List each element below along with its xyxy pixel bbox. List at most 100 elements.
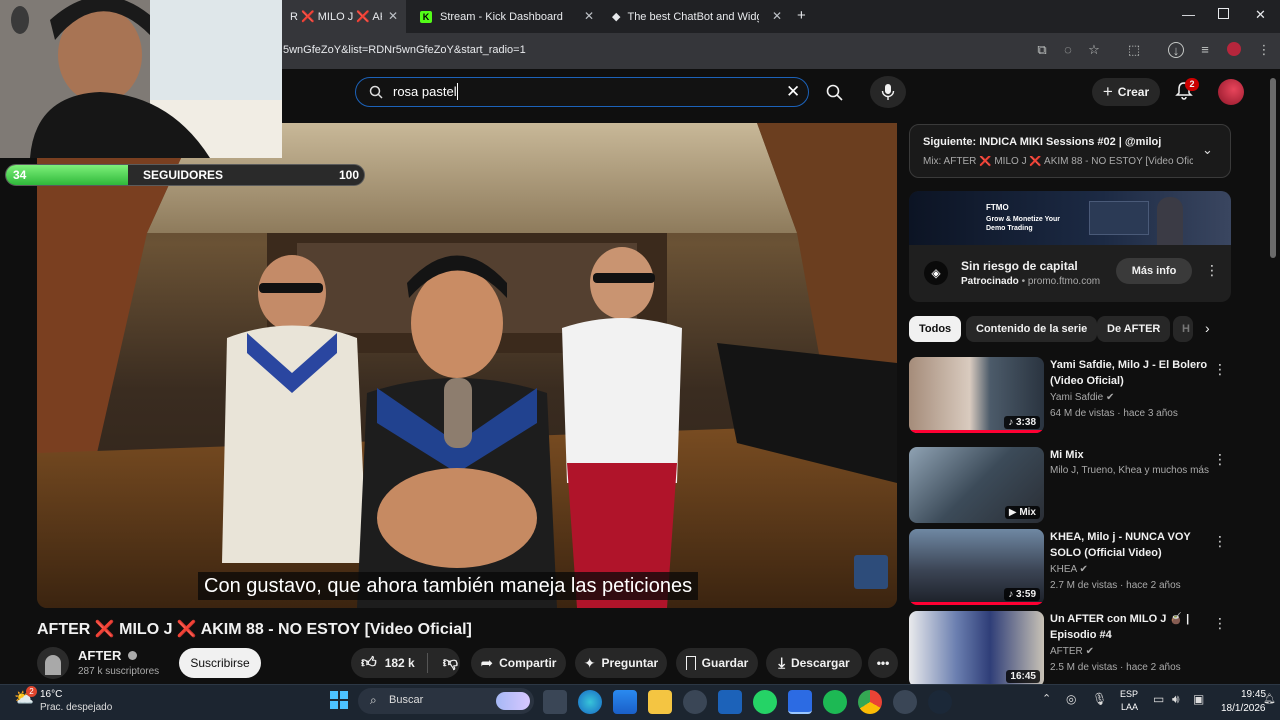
- chip-from-after[interactable]: De AFTER: [1097, 316, 1171, 342]
- tab-active[interactable]: R ❌ MILO J ❌ AKIM ✕: [282, 0, 406, 33]
- video-thumbnail[interactable]: ♪ 3:38: [909, 357, 1044, 433]
- page-scrollbar[interactable]: [1270, 78, 1276, 258]
- cast-icon[interactable]: ⧉: [1034, 42, 1050, 58]
- tab-close-icon[interactable]: ✕: [388, 9, 398, 23]
- app-icon-2[interactable]: [893, 690, 917, 714]
- taskbar-search[interactable]: ⌕ Buscar: [358, 688, 534, 714]
- input-region[interactable]: LAA: [1121, 702, 1138, 712]
- show-hidden-icons-chevron-icon[interactable]: ⌃: [1042, 692, 1051, 705]
- tray-mic-icon[interactable]: 🎙︎: [1092, 692, 1107, 706]
- video-menu-icon[interactable]: ⋮: [1213, 361, 1227, 378]
- weather-condition[interactable]: Prac. despejado: [40, 702, 112, 713]
- video-caption: Con gustavo, que ahora también maneja la…: [198, 572, 699, 600]
- eye-off-icon[interactable]: ◌: [1060, 42, 1076, 58]
- task-view-icon[interactable]: [543, 690, 567, 714]
- search-icon: [826, 84, 843, 101]
- related-video[interactable]: ♪ 3:38 Yami Safdie, Milo J - El Bolero (…: [909, 357, 1239, 437]
- notifications-button[interactable]: 2: [1174, 78, 1199, 106]
- app-active-icon[interactable]: [788, 690, 812, 714]
- network-icon[interactable]: ▭: [1153, 692, 1164, 706]
- chip-series-content[interactable]: Contenido de la serie: [966, 316, 1098, 342]
- video-menu-icon[interactable]: ⋮: [1213, 615, 1227, 632]
- search-button[interactable]: [815, 77, 855, 107]
- new-tab-plus-icon[interactable]: +: [797, 7, 806, 24]
- video-menu-icon[interactable]: ⋮: [1213, 533, 1227, 550]
- minimize-icon[interactable]: —: [1182, 7, 1195, 22]
- obs-icon[interactable]: [683, 690, 707, 714]
- channel-text: KHEA: [1050, 564, 1077, 575]
- input-language[interactable]: ESP: [1120, 689, 1138, 699]
- search-input[interactable]: rosa pastel ✕: [355, 77, 809, 107]
- like-button[interactable]: 👍︎ 182 k: [361, 654, 415, 672]
- ad-banner[interactable]: FTMO Grow & Monetize Your Demo Trading: [909, 191, 1231, 245]
- notification-center-icon[interactable]: 🔔︎: [1263, 694, 1276, 705]
- channel-avatar[interactable]: [37, 647, 69, 679]
- maximize-icon[interactable]: [1218, 8, 1229, 19]
- bookmark-star-icon[interactable]: ☆: [1086, 42, 1102, 58]
- sponsored-ad-card[interactable]: FTMO Grow & Monetize Your Demo Trading ◈…: [909, 191, 1231, 302]
- media-icon[interactable]: ≡: [1197, 42, 1213, 58]
- tab-close-icon[interactable]: ✕: [772, 9, 782, 23]
- clear-search-icon[interactable]: ✕: [786, 82, 800, 102]
- file-explorer-icon[interactable]: [648, 690, 672, 714]
- spotify-icon[interactable]: [823, 690, 847, 714]
- more-info-button[interactable]: Más info: [1116, 258, 1192, 284]
- video-player[interactable]: [37, 123, 897, 608]
- tab-kick-dashboard[interactable]: K Stream - Kick Dashboard ✕: [412, 0, 602, 33]
- channel-text: Yami Safdie: [1050, 392, 1104, 403]
- video-thumbnail[interactable]: ▶ Mix: [909, 447, 1044, 523]
- channel-watermark[interactable]: [854, 555, 888, 589]
- chip-partial[interactable]: H: [1173, 316, 1193, 342]
- ask-button[interactable]: ✦ Preguntar: [575, 648, 667, 678]
- clock-date[interactable]: 18/1/2026: [1221, 703, 1266, 714]
- app-icon[interactable]: [718, 690, 742, 714]
- temperature[interactable]: 16°C: [40, 689, 62, 700]
- share-label: Compartir: [499, 656, 557, 670]
- channel-name-text: AFTER: [78, 648, 122, 663]
- related-video-title: Un AFTER con MILO J 🧉 | Episodio #4: [1050, 613, 1190, 641]
- chevron-down-icon[interactable]: ⌄: [1202, 142, 1213, 158]
- dislike-button[interactable]: 👎︎: [443, 654, 458, 672]
- steam-icon[interactable]: [928, 690, 952, 714]
- profile-avatar-icon[interactable]: [1226, 42, 1242, 58]
- close-window-icon[interactable]: ✕: [1255, 7, 1266, 23]
- windows-start-icon[interactable]: [330, 691, 348, 709]
- download-icon[interactable]: ↓: [1168, 42, 1184, 58]
- related-video[interactable]: ♪ 3:59 KHEA, Milo j - NUNCA VOY SOLO (Of…: [909, 529, 1239, 609]
- edge-browser-icon[interactable]: [578, 690, 602, 714]
- voice-search-button[interactable]: [870, 76, 906, 108]
- weather-widget[interactable]: ⛅ 2: [14, 686, 37, 708]
- tab-chatbot[interactable]: ◆ The best ChatBot and Widgets ✕: [604, 0, 790, 33]
- search-query[interactable]: rosa pastel: [393, 84, 457, 99]
- battery-icon[interactable]: ▣: [1193, 692, 1204, 706]
- download-button[interactable]: ⤓ Descargar: [766, 648, 862, 678]
- chip-all[interactable]: Todos: [909, 316, 962, 342]
- sparkle-icon: ✦: [583, 654, 596, 671]
- ad-menu-icon[interactable]: ⋮: [1205, 262, 1219, 279]
- video-menu-icon[interactable]: ⋮: [1213, 451, 1227, 468]
- menu-kebab-icon[interactable]: ⋮: [1256, 42, 1272, 58]
- url-text[interactable]: 5wnGfeZoY&list=RDNr5wnGfeZoY&start_radio…: [283, 44, 526, 56]
- save-button[interactable]: Guardar: [676, 648, 758, 678]
- ad-domain: promo.ftmo.com: [1027, 276, 1101, 287]
- volume-icon[interactable]: 🔊︎: [1172, 692, 1180, 707]
- share-button[interactable]: ➦ Compartir: [471, 648, 566, 678]
- chevron-right-icon[interactable]: ›: [1205, 320, 1210, 336]
- tray-app-icon[interactable]: ◎: [1066, 692, 1076, 706]
- extensions-icon[interactable]: ⬚: [1126, 42, 1142, 58]
- video-thumbnail[interactable]: 16:45: [909, 611, 1044, 687]
- store-icon[interactable]: [613, 690, 637, 714]
- video-thumbnail[interactable]: ♪ 3:59: [909, 529, 1044, 605]
- create-button[interactable]: + Crear: [1092, 78, 1160, 106]
- channel-name[interactable]: AFTER: [78, 648, 137, 663]
- account-avatar[interactable]: [1218, 79, 1244, 105]
- related-video[interactable]: ▶ Mix Mi Mix Milo J, Trueno, Khea y much…: [909, 447, 1239, 527]
- whatsapp-icon[interactable]: [753, 690, 777, 714]
- up-next-card[interactable]: Siguiente: INDICA MIKI Sessions #02 | @m…: [909, 124, 1231, 178]
- tab-close-icon[interactable]: ✕: [584, 9, 594, 23]
- related-video[interactable]: 16:45 Un AFTER con MILO J 🧉 | Episodio #…: [909, 611, 1239, 691]
- chrome-icon[interactable]: [858, 690, 882, 714]
- video-frame: [37, 123, 897, 608]
- subscribe-button[interactable]: Suscribirse: [179, 648, 261, 678]
- more-actions-button[interactable]: •••: [868, 648, 898, 678]
